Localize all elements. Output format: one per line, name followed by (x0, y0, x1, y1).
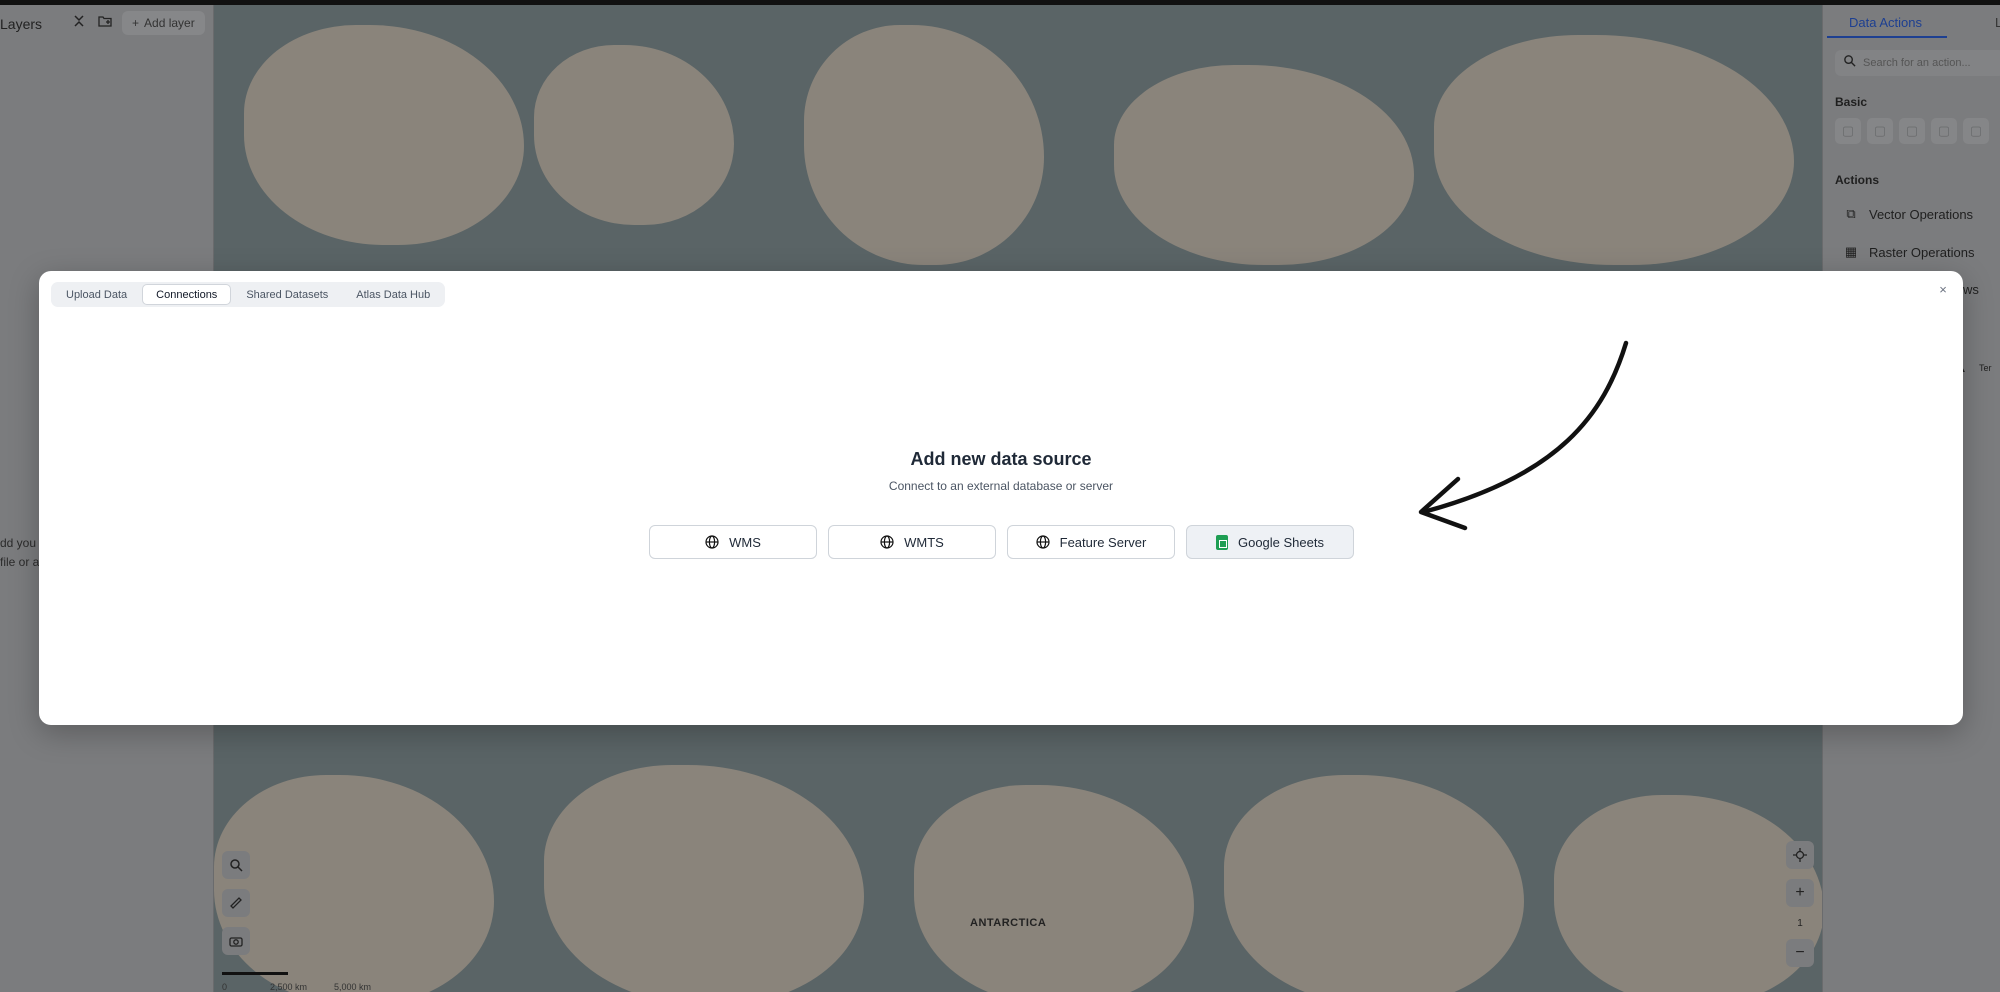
add-folder-icon[interactable] (96, 14, 114, 32)
scale-label: 5,000 km (334, 982, 372, 992)
wms-button[interactable]: WMS (649, 525, 817, 559)
measure-button[interactable] (222, 889, 250, 917)
wmts-button[interactable]: WMTS (828, 525, 996, 559)
feature-server-button[interactable]: Feature Server (1007, 525, 1175, 559)
tab-shared-datasets[interactable]: Shared Datasets (233, 284, 341, 305)
minus-icon: − (1795, 944, 1805, 961)
land-mass (544, 765, 864, 992)
land-mass (534, 45, 734, 225)
basic-tool-icon[interactable]: ▢ (1963, 118, 1989, 144)
basic-tool-icon[interactable]: ▢ (1931, 118, 1957, 144)
zoom-out-button[interactable]: − (1786, 939, 1814, 967)
land-mass (244, 25, 524, 245)
basic-tool-icon[interactable]: ▢ (1899, 118, 1925, 144)
add-layer-button[interactable]: + Add layer (122, 11, 205, 35)
raster-operations-item[interactable]: ▦ Raster Operations (1843, 244, 1975, 260)
land-mass (1434, 35, 1794, 265)
locate-button[interactable] (1786, 841, 1814, 869)
globe-icon (1036, 535, 1050, 549)
section-basic-title: Basic (1835, 95, 1868, 109)
layers-title: Layers (0, 16, 43, 32)
ruler-icon (230, 897, 242, 909)
tab-atlas-data-hub[interactable]: Atlas Data Hub (343, 284, 443, 305)
basic-tool-icon[interactable]: ▢ (1867, 118, 1893, 144)
layers-header: Layers + Add layer (0, 5, 213, 39)
globe-icon (880, 535, 894, 549)
vector-operations-item[interactable]: ⧉ Vector Operations (1843, 206, 1973, 222)
tab-data-actions[interactable]: Data Actions (1849, 15, 1922, 30)
land-mass (214, 775, 494, 992)
scale-label: 2,500 km (270, 982, 308, 992)
zoom-level: 1 (1797, 917, 1803, 929)
land-mass (1554, 795, 1822, 992)
search-icon (1843, 54, 1856, 70)
land-mass (1224, 775, 1524, 992)
empty-layers-hint: dd you file or a (0, 536, 40, 569)
scale-bar (222, 972, 288, 975)
camera-icon (229, 937, 243, 947)
pointer-arrow-annotation (1418, 340, 1629, 531)
map-label-antarctica: ANTARCTICA (970, 917, 1047, 929)
google-sheets-icon (1215, 534, 1228, 550)
plus-icon: + (132, 16, 140, 30)
google-sheets-button[interactable]: Google Sheets (1186, 525, 1354, 559)
land-mass (804, 25, 1044, 265)
land-mass (914, 785, 1194, 992)
basic-tool-icon[interactable]: ▢ (1835, 118, 1861, 144)
vector-icon: ⧉ (1846, 206, 1856, 221)
modal-heading: Add new data source (910, 449, 1092, 469)
screenshot-button[interactable] (222, 927, 250, 955)
zoom-in-button[interactable]: + (1786, 879, 1814, 907)
plus-icon: + (1795, 884, 1805, 901)
modal-subheading: Connect to an external database or serve… (888, 479, 1114, 493)
land-mass (1114, 65, 1414, 265)
workflows-item[interactable]: ws (1963, 282, 1979, 297)
collapse-icon[interactable] (70, 14, 88, 32)
scale-label: 0 (222, 982, 228, 992)
close-icon[interactable]: × (1935, 282, 1951, 298)
active-tab-indicator (1827, 36, 1947, 38)
tab-layers[interactable]: L (1995, 15, 2000, 30)
raster-icon: ▦ (1844, 244, 1858, 259)
modal-tabs: Upload Data Connections Shared Datasets … (51, 282, 446, 307)
add-data-modal: Upload Data Connections Shared Datasets … (39, 271, 1963, 725)
locate-icon (1793, 848, 1807, 862)
data-source-options: WMS WMTS Feature Server Google Sheets (649, 525, 1354, 559)
action-search-input[interactable]: Search for an action... (1835, 50, 2000, 76)
section-actions-title: Actions (1835, 173, 1880, 187)
map-search-button[interactable] (222, 851, 250, 879)
globe-icon (705, 535, 719, 549)
search-icon (230, 859, 243, 872)
tab-connections[interactable]: Connections (142, 284, 232, 305)
tab-upload-data[interactable]: Upload Data (53, 284, 140, 305)
add-layer-label: Add layer (144, 16, 195, 30)
